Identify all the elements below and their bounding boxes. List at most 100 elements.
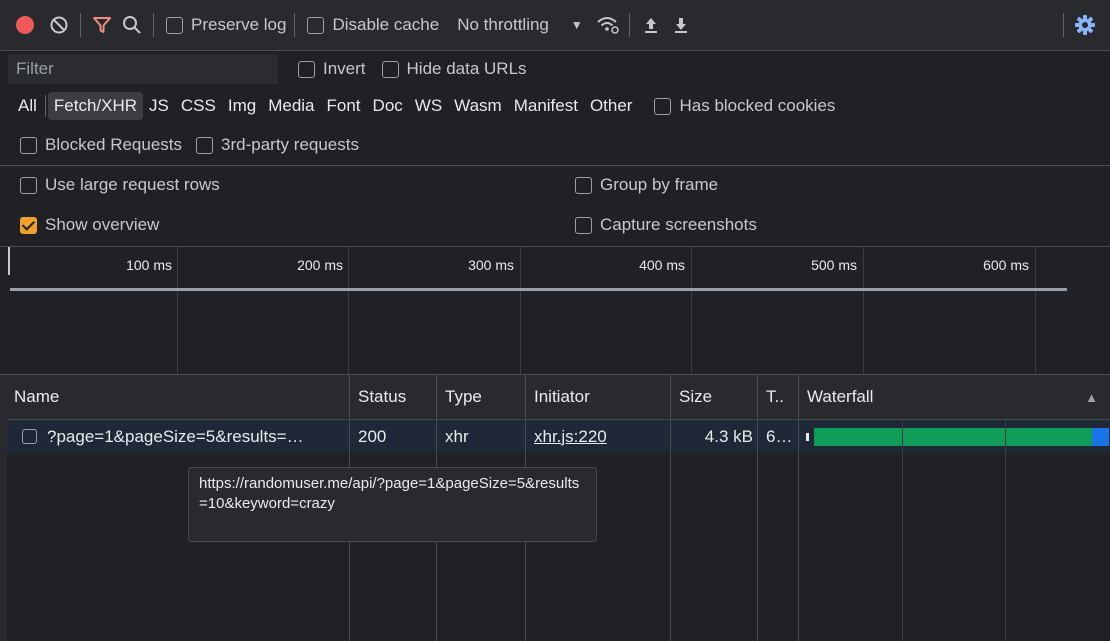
waterfall-queue-bar	[806, 433, 809, 441]
request-status-cell: 200	[350, 420, 436, 453]
export-har-button[interactable]	[666, 10, 696, 40]
group-by-frame-checkbox[interactable]: Group by frame	[575, 175, 718, 195]
upload-icon	[644, 18, 657, 33]
waterfall-waiting-bar	[814, 428, 1092, 446]
column-divider[interactable]	[798, 375, 799, 641]
checkbox-box[interactable]	[166, 16, 183, 34]
toolbar-divider	[294, 13, 296, 37]
column-header-size[interactable]: Size	[671, 375, 757, 419]
overview-gridline	[691, 247, 692, 374]
toolbar-divider	[153, 13, 154, 37]
overview-gridline	[863, 247, 864, 374]
request-table-header: Name Status Type Initiator Size T.. Wate…	[0, 375, 1110, 419]
capture-screenshots-checkbox[interactable]: Capture screenshots	[575, 215, 757, 235]
request-name: ?page=1&pageSize=5&results=…	[47, 426, 304, 446]
invert-checkbox[interactable]: Invert	[298, 59, 366, 79]
checkbox-box[interactable]	[575, 176, 592, 194]
checkbox-box[interactable]	[381, 60, 399, 78]
request-time: 6…	[766, 426, 793, 446]
request-name-cell[interactable]: ?page=1&pageSize=5&results=…	[14, 420, 349, 453]
toolbar-divider	[80, 13, 81, 37]
type-img[interactable]: Img	[222, 92, 262, 120]
network-toolbar: Preserve log Disable cache No throttling…	[0, 0, 1110, 50]
clear-icon	[50, 16, 68, 34]
waterfall-receiving-bar	[1092, 428, 1109, 446]
overview-tick-label: 100 ms	[126, 257, 172, 273]
initiator-link[interactable]: xhr.js:220	[534, 427, 607, 447]
column-header-time[interactable]: T..	[758, 375, 798, 419]
overview-gridline	[1035, 247, 1036, 374]
checkbox-box[interactable]	[575, 216, 592, 234]
column-header-status[interactable]: Status	[350, 375, 436, 419]
network-settings-pane: Use large request rows Group by frame Sh…	[0, 166, 1110, 246]
throttling-select[interactable]: No throttling ▼	[457, 15, 583, 35]
has-blocked-cookies-label: Has blocked cookies	[679, 96, 836, 115]
overview-tick-label: 500 ms	[811, 257, 857, 273]
type-css[interactable]: CSS	[175, 92, 222, 120]
filter-input[interactable]: Filter	[8, 54, 278, 84]
type-all[interactable]: All	[10, 92, 43, 120]
column-divider[interactable]	[757, 375, 758, 641]
chevron-down-icon: ▼	[570, 18, 583, 32]
disable-cache-checkbox[interactable]: Disable cache	[307, 15, 439, 35]
checkbox-box[interactable]	[307, 16, 325, 34]
network-settings-button[interactable]	[1070, 10, 1100, 40]
download-icon	[674, 18, 687, 33]
type-font[interactable]: Font	[321, 92, 367, 120]
type-fetch-xhr[interactable]: Fetch/XHR	[47, 92, 144, 120]
column-header-type[interactable]: Type	[437, 375, 525, 419]
group-by-frame-label: Group by frame	[600, 175, 719, 194]
overview-tick-label: 600 ms	[983, 257, 1029, 273]
preserve-log-checkbox[interactable]: Preserve log	[166, 15, 286, 35]
column-header-initiator[interactable]: Initiator	[526, 375, 670, 419]
overview-tick-label: 400 ms	[639, 257, 685, 273]
column-waterfall-label: Waterfall	[807, 387, 874, 406]
type-wasm[interactable]: Wasm	[448, 92, 508, 120]
large-request-rows-checkbox[interactable]: Use large request rows	[20, 175, 220, 195]
clear-button[interactable]	[44, 10, 74, 40]
network-conditions-button[interactable]	[593, 10, 623, 40]
record-button[interactable]	[10, 10, 40, 40]
overview-tick-label: 300 ms	[468, 257, 514, 273]
type-js[interactable]: JS	[143, 92, 175, 120]
checkbox-box[interactable]	[20, 176, 37, 194]
type-doc[interactable]: Doc	[367, 92, 409, 120]
resource-type-filter: All Fetch/XHR JS CSS Img Media Font Doc …	[0, 88, 1110, 124]
import-har-button[interactable]	[636, 10, 666, 40]
column-header-name[interactable]: Name	[6, 375, 349, 419]
column-size-label: Size	[679, 387, 713, 406]
checkbox-box[interactable]	[20, 136, 37, 154]
row-select-checkbox[interactable]	[22, 429, 37, 444]
type-other[interactable]: Other	[584, 92, 639, 120]
request-size: 4.3 kB	[704, 426, 753, 446]
column-type-label: Type	[445, 387, 482, 406]
toolbar-divider	[1063, 13, 1064, 37]
blocked-requests-checkbox[interactable]: Blocked Requests	[20, 135, 182, 155]
column-time-label: T..	[766, 387, 784, 406]
type-manifest[interactable]: Manifest	[508, 92, 584, 120]
request-time-cell: 6…	[758, 420, 798, 453]
checkbox-box[interactable]	[298, 60, 315, 78]
toolbar-divider	[628, 13, 630, 37]
has-blocked-cookies-checkbox[interactable]: Has blocked cookies	[654, 96, 835, 116]
overview-gridline	[177, 247, 178, 374]
request-row[interactable]: ?page=1&pageSize=5&results=… 200 xhr xhr…	[0, 420, 1110, 453]
tooltip-url: https://randomuser.me/api/?page=1&pageSi…	[199, 475, 580, 512]
checkbox-box[interactable]	[654, 97, 672, 115]
request-status: 200	[358, 426, 387, 446]
column-header-waterfall[interactable]: Waterfall ▲	[799, 375, 1110, 419]
checkbox-box[interactable]	[20, 216, 37, 234]
filter-placeholder: Filter	[16, 59, 54, 78]
checkbox-box[interactable]	[196, 136, 214, 154]
type-ws[interactable]: WS	[409, 92, 448, 120]
network-overview[interactable]: 100 ms 200 ms 300 ms 400 ms 500 ms 600 m…	[0, 247, 1110, 374]
search-button[interactable]	[117, 10, 147, 40]
hide-data-urls-checkbox[interactable]: Hide data URLs	[381, 59, 527, 79]
overview-gridline	[348, 247, 349, 374]
filter-toggle-button[interactable]	[87, 10, 117, 40]
show-overview-checkbox[interactable]: Show overview	[20, 215, 159, 235]
third-party-requests-checkbox[interactable]: 3rd-party requests	[196, 135, 359, 155]
column-divider[interactable]	[670, 375, 671, 641]
search-icon	[123, 16, 141, 34]
type-media[interactable]: Media	[262, 92, 320, 120]
